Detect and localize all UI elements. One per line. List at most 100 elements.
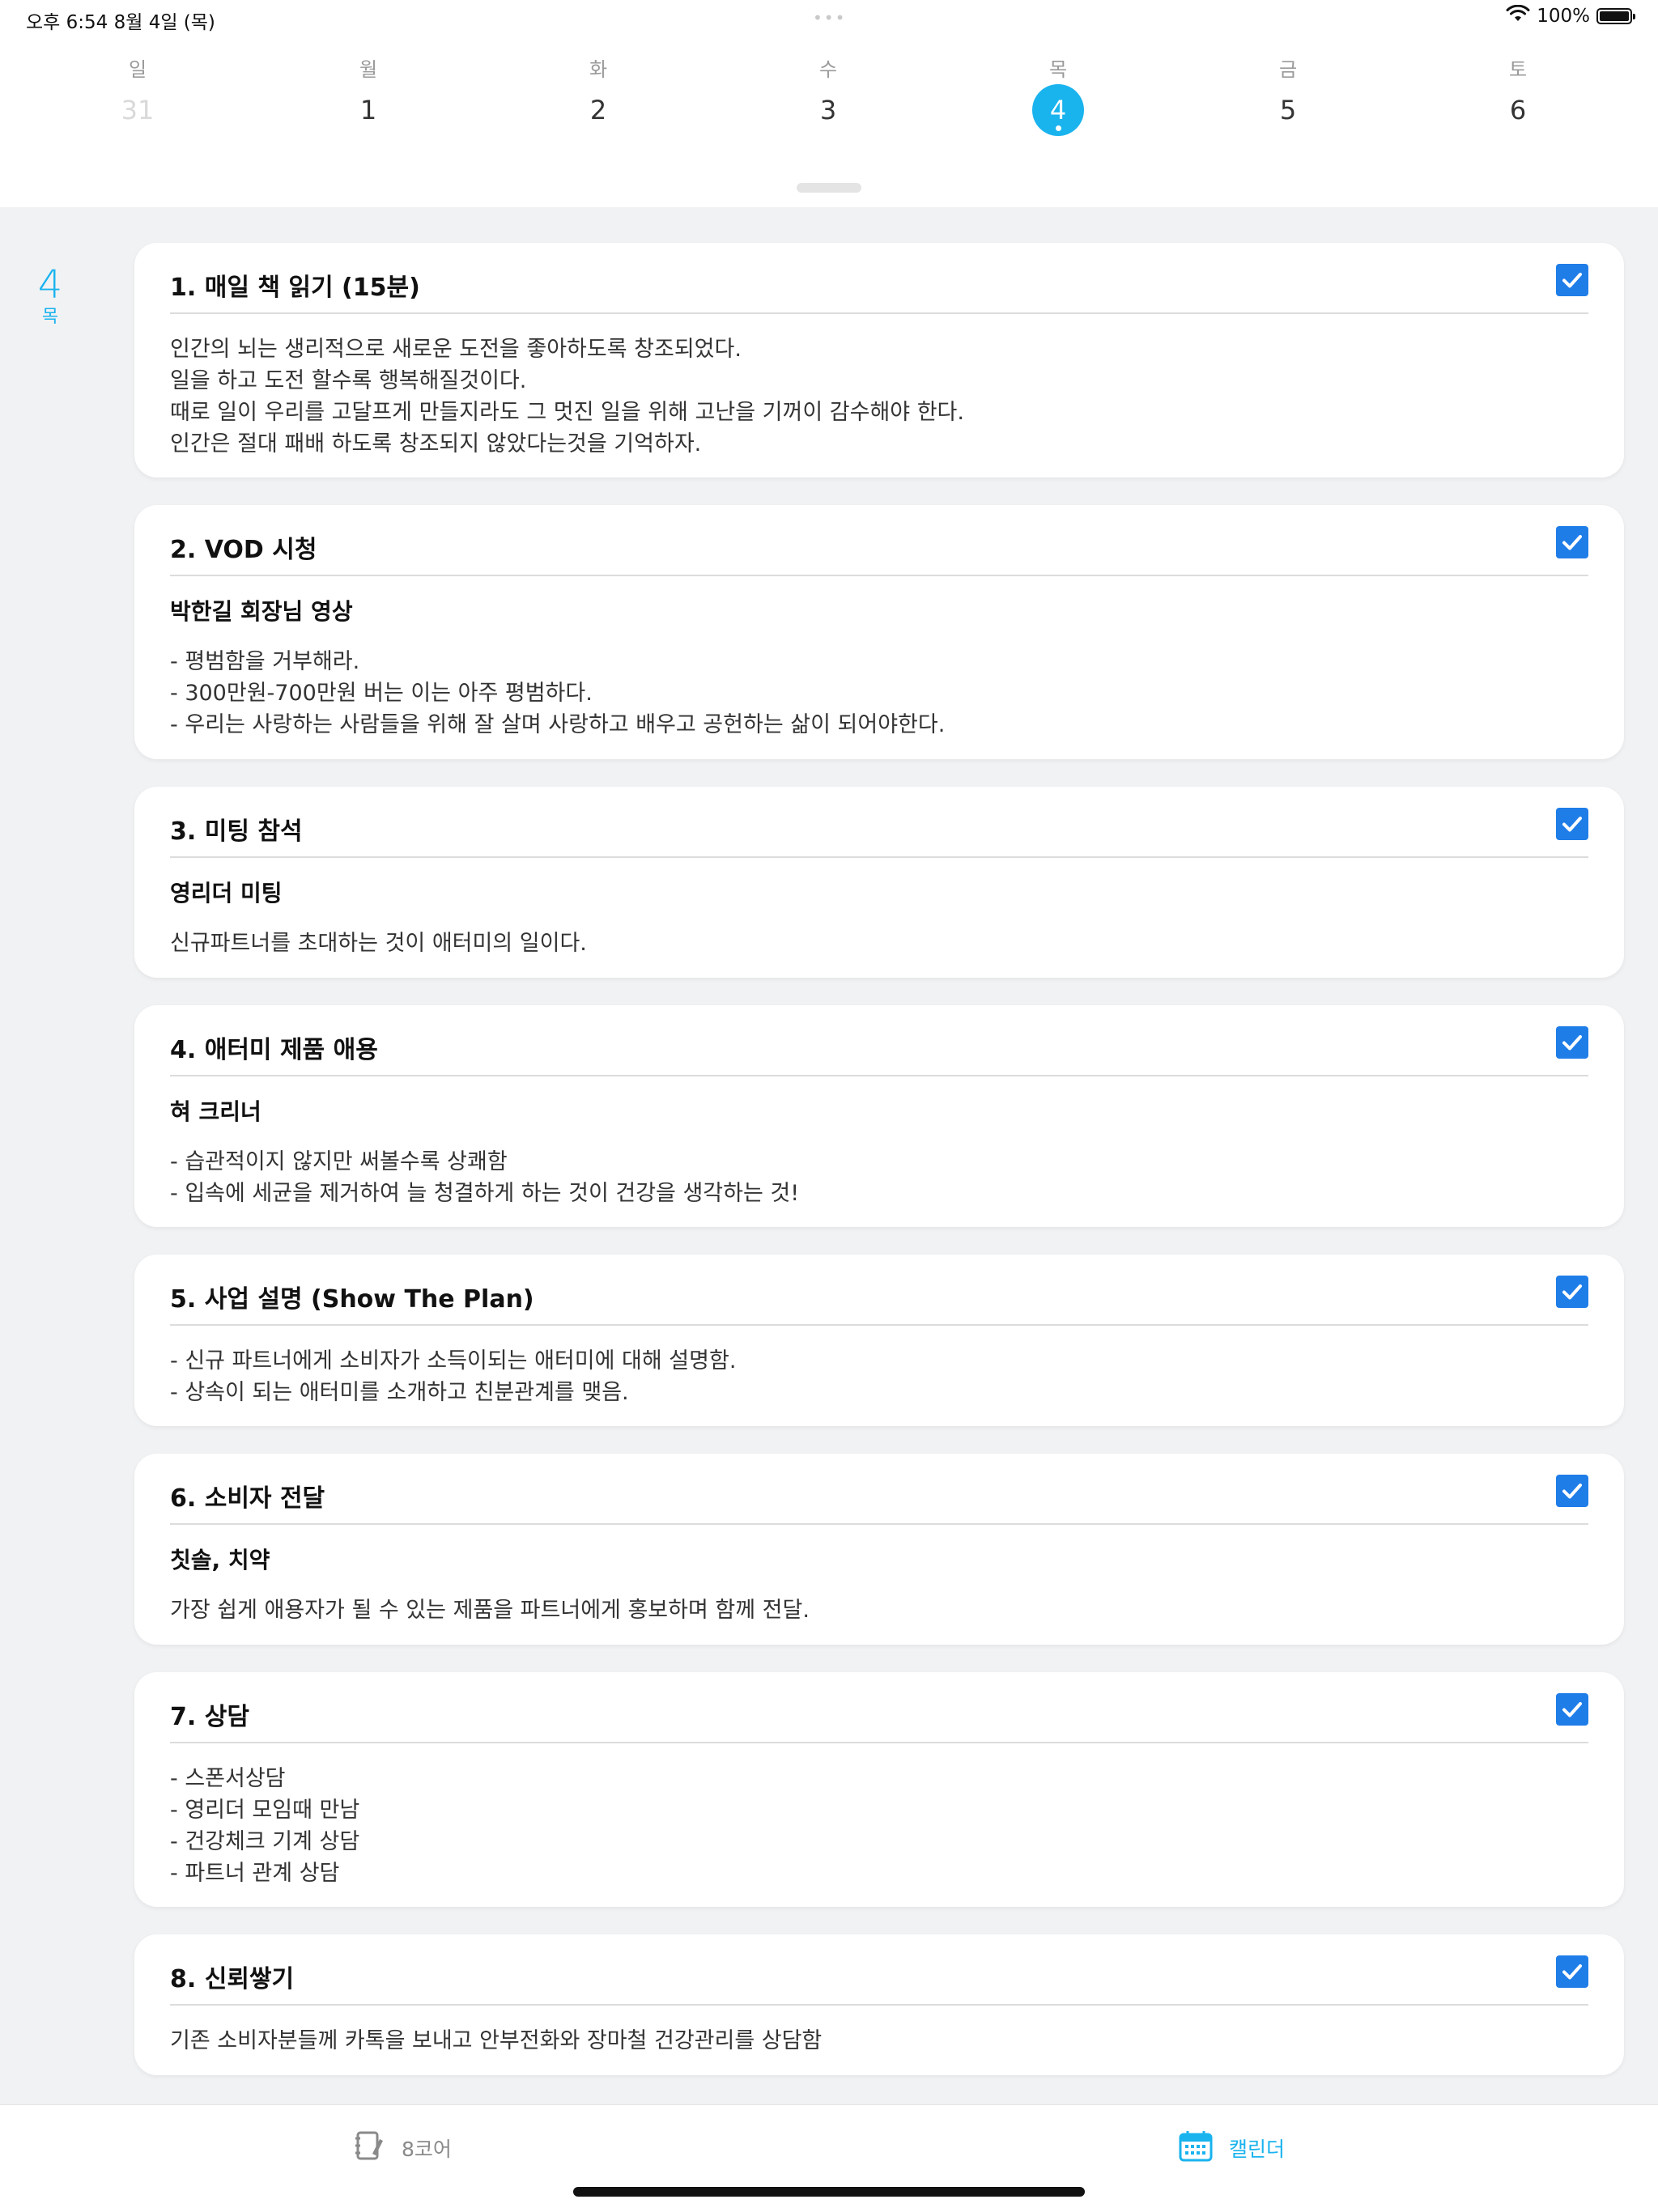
task-line: - 우리는 사랑하는 사람들을 위해 잘 살며 사랑하고 배우고 공헌하는 삶이… (170, 712, 946, 737)
notebook-icon (353, 2129, 385, 2167)
task-body: 기존 소비자분들께 카톡을 보내고 안부전화와 장마철 건강관리를 상담함 (170, 2025, 1559, 2057)
task-checkbox[interactable] (1556, 1475, 1588, 1507)
task-line: 때로 일이 우리를 고달프게 만들지라도 그 멋진 일을 위해 고난을 기꺼이 … (170, 400, 964, 425)
task-checkbox[interactable] (1556, 1955, 1588, 1988)
day-saturday[interactable]: 토 6 (1469, 55, 1567, 136)
day-number: 5 (1279, 95, 1297, 125)
task-card[interactable]: 8. 신뢰쌓기 기존 소비자분들께 카톡을 보내고 안부전화와 장마철 건강관리… (134, 1934, 1624, 2075)
card-divider (170, 856, 1588, 858)
calendar-header: 오후 6:54 8월 4일 (목) ••• 100% 일 31 월 1 화 2 … (0, 0, 1658, 207)
task-checkbox[interactable] (1556, 1276, 1588, 1308)
wifi-icon (1506, 4, 1530, 28)
selected-date-label: 4 목 (32, 264, 68, 329)
checkmark-icon (1562, 1702, 1582, 1717)
tab-label: 캘린더 (1229, 2138, 1286, 2161)
card-divider (170, 1742, 1588, 1743)
day-tuesday[interactable]: 화 2 (550, 55, 647, 136)
task-checkbox[interactable] (1556, 1693, 1588, 1726)
day-number: 2 (589, 95, 607, 125)
status-bar: 오후 6:54 8월 4일 (목) ••• 100% (0, 0, 1658, 39)
task-line: - 신규 파트너에게 소비자가 소득이되는 애터미에 대해 설명함. (170, 1348, 737, 1373)
day-friday[interactable]: 금 5 (1239, 55, 1337, 136)
day-name: 금 (1278, 58, 1298, 81)
week-strip: 일 31 월 1 화 2 수 3 목 4 금 5 토 6 (0, 55, 1658, 152)
task-title: 6. 소비자 전달 (170, 1484, 325, 1513)
task-subtitle: 혀 크리너 (170, 1098, 261, 1125)
task-body: 칫솔, 치약 가장 쉽게 애용자가 될 수 있는 제품을 파트너에게 홍보하며 … (170, 1544, 1559, 1626)
day-name: 월 (359, 58, 378, 81)
drag-handle[interactable] (797, 183, 861, 193)
task-subtitle: 박한길 회장님 영상 (170, 598, 353, 625)
task-checkbox[interactable] (1556, 808, 1588, 840)
task-line: 인간은 절대 패배 하도록 창조되지 않았다는것을 기억하자. (170, 431, 702, 456)
home-indicator[interactable] (573, 2187, 1085, 2197)
task-line: - 상속이 되는 애터미를 소개하고 친분관계를 맺음. (170, 1380, 629, 1405)
task-line: - 스폰서상담 (170, 1766, 286, 1791)
task-title: 2. VOD 시청 (170, 536, 317, 564)
task-body: 박한길 회장님 영상 - 평범함을 거부해라. - 300만원-700만원 버는… (170, 596, 1559, 741)
task-checkbox[interactable] (1556, 264, 1588, 296)
day-number: 3 (819, 95, 837, 125)
checkmark-icon (1562, 1964, 1582, 1980)
day-sunday[interactable]: 일 31 (89, 55, 186, 136)
task-line: 가장 쉽게 애용자가 될 수 있는 제품을 파트너에게 홍보하며 함께 전달. (170, 1598, 810, 1623)
checkmark-icon (1562, 535, 1582, 550)
task-card[interactable]: 2. VOD 시청 박한길 회장님 영상 - 평범함을 거부해라. - 300만… (134, 505, 1624, 759)
day-number: 6 (1509, 95, 1527, 125)
task-line: 기존 소비자분들께 카톡을 보내고 안부전화와 장마철 건강관리를 상담함 (170, 2028, 823, 2053)
task-body: - 신규 파트너에게 소비자가 소득이되는 애터미에 대해 설명함. - 상속이… (170, 1345, 1559, 1408)
card-divider (170, 575, 1588, 576)
day-monday[interactable]: 월 1 (320, 55, 417, 136)
checkmark-icon (1562, 1035, 1582, 1051)
task-card[interactable]: 6. 소비자 전달 칫솔, 치약 가장 쉽게 애용자가 될 수 있는 제품을 파… (134, 1454, 1624, 1645)
day-name: 수 (818, 58, 838, 81)
task-title: 7. 상담 (170, 1703, 249, 1731)
task-card[interactable]: 7. 상담 - 스폰서상담 - 영리더 모임때 만남 - 건강체크 기계 상담 … (134, 1672, 1624, 1907)
day-name: 화 (589, 58, 608, 81)
task-line: 일을 하고 도전 할수록 행복해질것이다. (170, 368, 527, 393)
task-line: 신규파트너를 초대하는 것이 애터미의 일이다. (170, 931, 587, 956)
task-card[interactable]: 3. 미팅 참석 영리더 미팅 신규파트너를 초대하는 것이 애터미의 일이다. (134, 787, 1624, 978)
multitasking-dots[interactable]: ••• (813, 8, 846, 28)
checkmark-icon (1562, 817, 1582, 832)
day-thursday-selected[interactable]: 목 4 (1010, 55, 1107, 136)
task-card[interactable]: 1. 매일 책 읽기 (15분) 인간의 뇌는 생리적으로 새로운 도전을 좋아… (134, 243, 1624, 478)
task-checkbox[interactable] (1556, 1026, 1588, 1059)
task-card[interactable]: 5. 사업 설명 (Show The Plan) - 신규 파트너에게 소비자가… (134, 1255, 1624, 1426)
day-name: 목 (1048, 58, 1068, 81)
task-title: 1. 매일 책 읽기 (15분) (170, 274, 420, 302)
card-divider (170, 1324, 1588, 1326)
day-number: 31 (121, 95, 155, 125)
tab-calendar[interactable]: 캘린더 (1179, 2129, 1285, 2167)
task-body: - 스폰서상담 - 영리더 모임때 만남 - 건강체크 기계 상담 - 파트너 … (170, 1763, 1559, 1889)
task-line: - 건강체크 기계 상담 (170, 1829, 360, 1854)
task-card[interactable]: 4. 애터미 제품 애용 혀 크리너 - 습관적이지 않지만 써볼수록 상쾌함 … (134, 1005, 1624, 1227)
task-body: 인간의 뇌는 생리적으로 새로운 도전을 좋아하도록 창조되었다. 일을 하고 … (170, 333, 1559, 460)
day-number: 1 (359, 95, 377, 125)
task-line: - 입속에 세균을 제거하여 늘 청결하게 하는 것이 건강을 생각하는 것! (170, 1181, 800, 1206)
card-divider (170, 1075, 1588, 1076)
task-body: 영리더 미팅 신규파트너를 초대하는 것이 애터미의 일이다. (170, 877, 1559, 959)
task-title: 4. 애터미 제품 애용 (170, 1036, 378, 1064)
battery-percent: 100% (1537, 6, 1590, 27)
task-line: - 평범함을 거부해라. (170, 649, 360, 674)
task-checkbox[interactable] (1556, 526, 1588, 558)
checkmark-icon (1562, 1484, 1582, 1499)
day-number: 4 (1032, 84, 1084, 136)
calendar-icon (1179, 2129, 1213, 2167)
status-indicators: 100% (1506, 4, 1635, 28)
task-line: - 300만원-700만원 버는 이는 아주 평범하다. (170, 681, 593, 706)
tab-8core[interactable]: 8코어 (353, 2129, 452, 2167)
day-wednesday[interactable]: 수 3 (780, 55, 877, 136)
card-divider (170, 1523, 1588, 1525)
card-divider (170, 2004, 1588, 2006)
task-line: 인간의 뇌는 생리적으로 새로운 도전을 좋아하도록 창조되었다. (170, 337, 742, 362)
task-line: - 파트너 관계 상담 (170, 1861, 340, 1886)
task-subtitle: 영리더 미팅 (170, 880, 283, 906)
card-divider (170, 312, 1588, 314)
day-name: 일 (128, 58, 147, 81)
task-body: 혀 크리너 - 습관적이지 않지만 써볼수록 상쾌함 - 입속에 세균을 제거하… (170, 1096, 1559, 1209)
task-subtitle: 칫솔, 치약 (170, 1547, 270, 1573)
checkmark-icon (1562, 1284, 1582, 1300)
task-line: - 영리더 모임때 만남 (170, 1798, 360, 1823)
